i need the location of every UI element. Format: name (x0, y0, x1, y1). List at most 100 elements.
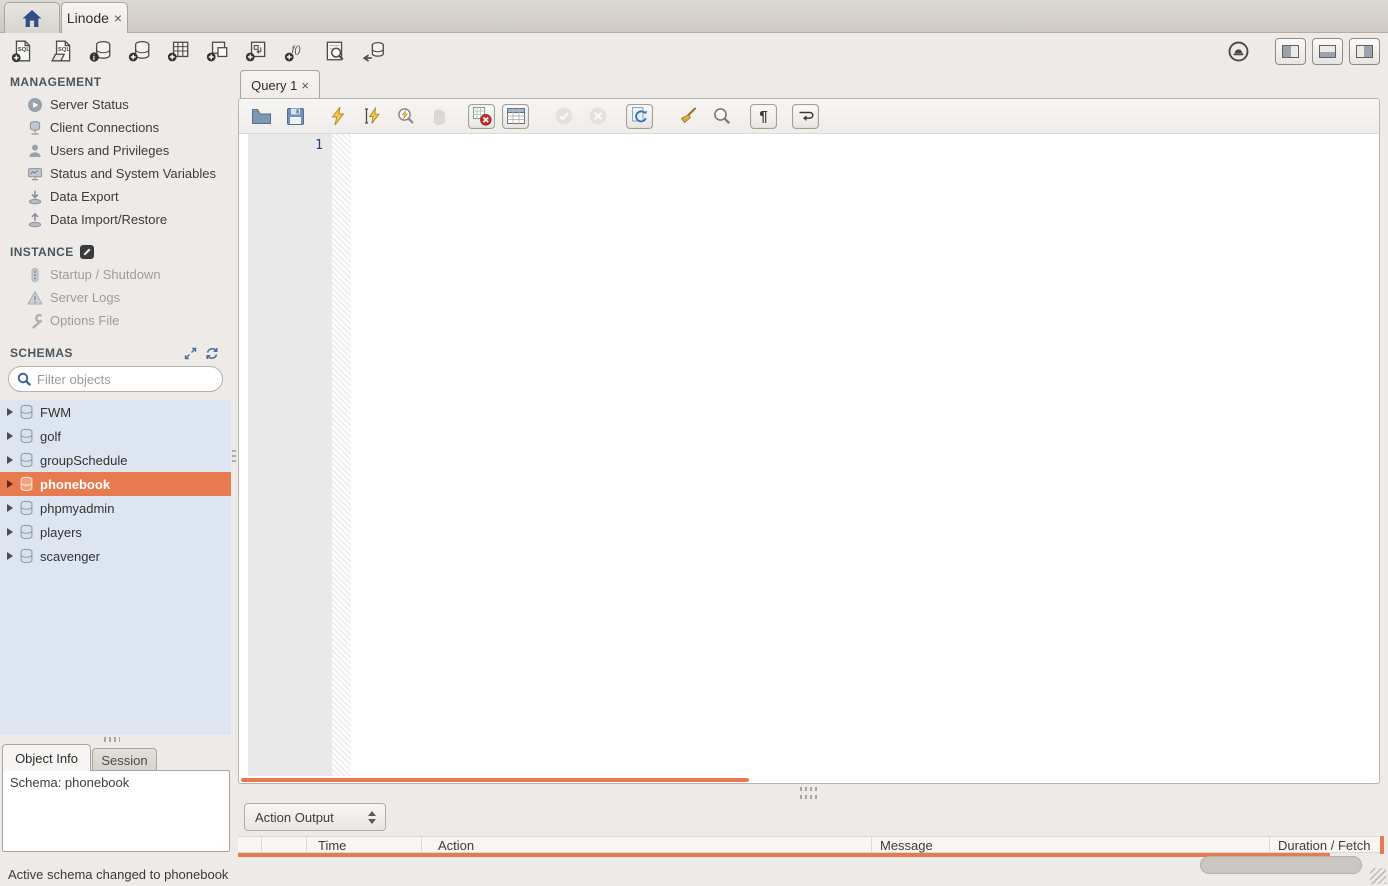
create-function-button[interactable]: f() (281, 37, 311, 65)
tab-home[interactable] (4, 2, 60, 33)
expander-icon[interactable] (7, 480, 13, 488)
tab-session[interactable]: Session (92, 748, 157, 771)
search-data-icon (323, 39, 347, 63)
execute-current-icon (363, 106, 381, 126)
alarm-button[interactable] (1223, 37, 1253, 65)
editor-output-splitter[interactable] (800, 787, 820, 791)
open-sql-file-button[interactable] (248, 104, 275, 129)
close-icon[interactable]: × (114, 10, 122, 26)
commit-button[interactable] (550, 104, 577, 129)
sidebar-item-options-file[interactable]: Options File (0, 309, 231, 332)
schema-item-fwm[interactable]: FWM (0, 400, 231, 424)
find-button[interactable] (708, 104, 735, 129)
output-vertical-scrollbar[interactable] (1380, 836, 1384, 854)
sidebar-item-startup-shutdown[interactable]: Startup / Shutdown (0, 263, 231, 286)
expander-icon[interactable] (7, 528, 13, 536)
expander-icon[interactable] (7, 432, 13, 440)
info-panel: Object Info Session Schema: phonebook (0, 735, 237, 862)
toggle-stop-on-error-button[interactable] (468, 104, 495, 129)
search-table-data-button[interactable] (320, 37, 350, 65)
sidebar-item-users-privileges[interactable]: Users and Privileges (0, 139, 231, 162)
toggle-bottom-panel-button[interactable] (1312, 38, 1343, 65)
toggle-invisible-characters-button[interactable]: ¶ (750, 104, 777, 129)
sidebar-splitter[interactable] (232, 450, 236, 464)
schema-item-groupschedule[interactable]: groupSchedule (0, 448, 231, 472)
system-variables-icon (27, 166, 43, 182)
new-sql-file-icon: SQL (11, 39, 35, 63)
new-function-icon: f() (284, 39, 308, 63)
toggle-left-sidebar-button[interactable] (1275, 38, 1306, 65)
svg-text:f(): f() (292, 45, 301, 56)
tab-query-1[interactable]: Query 1 × (240, 70, 320, 99)
sidebar-item-server-status[interactable]: Server Status (0, 93, 231, 116)
create-schema-button[interactable] (125, 37, 155, 65)
bottom-panel-icon (1319, 45, 1336, 58)
sql-editor-toolbar: ¶ (239, 99, 1379, 134)
schema-item-phonebook[interactable]: phonebook (0, 472, 231, 496)
inspect-database-button[interactable]: i (86, 37, 116, 65)
toggle-limit-rows-button[interactable] (502, 104, 529, 129)
open-sql-script-button[interactable]: SQL (47, 37, 77, 65)
close-icon[interactable]: × (301, 78, 309, 93)
stop-query-button[interactable] (426, 104, 453, 129)
editor-output-splitter-grip[interactable] (800, 795, 820, 799)
database-icon (19, 428, 34, 444)
sidebar-item-data-import[interactable]: Data Import/Restore (0, 208, 231, 231)
folder-icon (251, 107, 272, 125)
schema-item-players[interactable]: players (0, 520, 231, 544)
database-reconnect-icon (362, 39, 386, 63)
expand-icon[interactable] (184, 347, 197, 360)
reconnect-database-button[interactable] (359, 37, 389, 65)
alarm-icon (1227, 40, 1250, 63)
execute-current-statement-button[interactable] (358, 104, 385, 129)
rollback-x-icon (588, 106, 608, 126)
window-resize-grip[interactable] (1370, 868, 1386, 884)
svg-text:SQL: SQL (58, 47, 70, 53)
schema-item-golf[interactable]: golf (0, 424, 231, 448)
expander-icon[interactable] (7, 552, 13, 560)
rollback-button[interactable] (584, 104, 611, 129)
options-file-icon (27, 313, 43, 329)
object-info-content: Schema: phonebook (2, 770, 230, 852)
refresh-icon[interactable] (205, 347, 219, 360)
expander-icon[interactable] (7, 408, 13, 416)
schema-item-scavenger[interactable]: scavenger (0, 544, 231, 568)
connection-tab-label: Linode (67, 10, 109, 26)
new-sql-tab-button[interactable]: SQL (8, 37, 38, 65)
output-type-select[interactable]: Action Output (244, 803, 386, 831)
toggle-right-sidebar-button[interactable] (1349, 38, 1380, 65)
explain-query-button[interactable] (392, 104, 419, 129)
tab-object-info[interactable]: Object Info (2, 744, 91, 771)
create-procedure-button[interactable] (242, 37, 272, 65)
line-number: 1 (315, 138, 323, 153)
beautify-script-button[interactable] (674, 104, 701, 129)
status-bar: Active schema changed to phonebook (0, 862, 1388, 886)
navigator-sidebar: MANAGEMENT Server Status Client Connecti… (0, 69, 231, 735)
toggle-word-wrap-button[interactable] (792, 104, 819, 129)
sidebar-item-server-logs[interactable]: Server Logs (0, 286, 231, 309)
schema-tree: FWM golf groupSchedule phonebook phpmyad (0, 400, 231, 735)
save-script-button[interactable] (282, 104, 309, 129)
sidebar-item-data-export[interactable]: Data Export (0, 185, 231, 208)
stop-hand-icon (430, 107, 449, 126)
sidebar-item-status-system-variables[interactable]: Status and System Variables (0, 162, 231, 185)
expander-icon[interactable] (7, 504, 13, 512)
expander-icon[interactable] (7, 456, 13, 464)
schema-item-phpmyadmin[interactable]: phpmyadmin (0, 496, 231, 520)
column-header-duration: Duration / Fetch (1270, 837, 1384, 853)
filter-objects-input[interactable] (37, 372, 214, 387)
commit-check-icon (554, 106, 574, 126)
create-view-button[interactable] (203, 37, 233, 65)
sidebar-item-client-connections[interactable]: Client Connections (0, 116, 231, 139)
database-icon (19, 524, 34, 540)
editor-horizontal-scrollbar[interactable] (241, 778, 749, 782)
svg-text:SQL: SQL (18, 47, 30, 53)
new-procedure-icon (245, 39, 269, 63)
sql-code-area[interactable] (351, 134, 1377, 776)
tab-connection-linode[interactable]: Linode × (61, 2, 128, 33)
panel-resize-grip[interactable] (104, 737, 120, 742)
execute-button[interactable] (324, 104, 351, 129)
home-icon (21, 9, 43, 28)
toggle-autocommit-button[interactable] (626, 104, 653, 129)
create-table-button[interactable] (164, 37, 194, 65)
